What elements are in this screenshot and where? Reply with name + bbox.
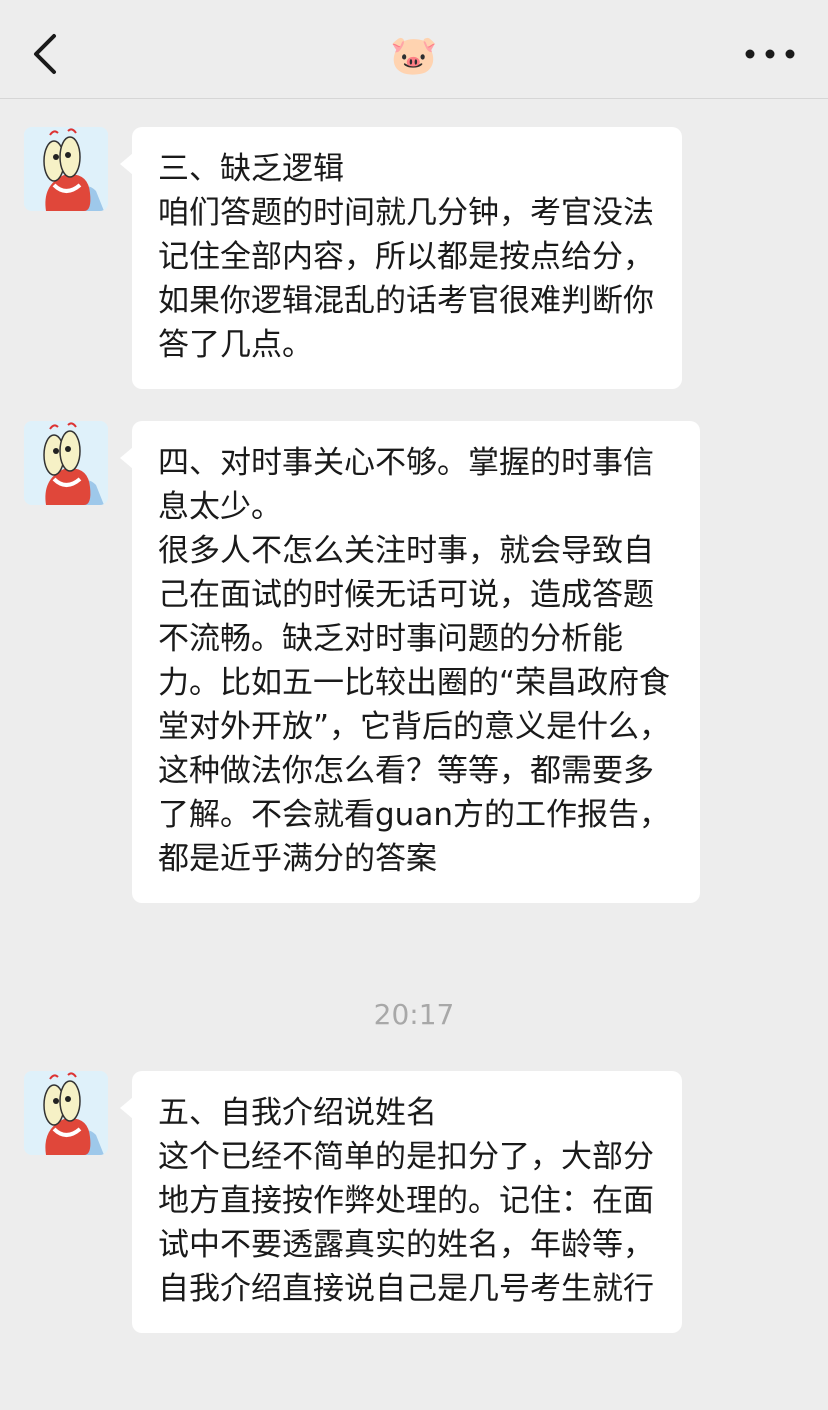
chat-screen: 🐷 三、缺乏逻辑 咱们答题的时间就几分钟，考官没法记住全部内容，所以都是按点给分… bbox=[0, 0, 828, 1410]
more-dots-icon bbox=[745, 49, 795, 59]
message-bubble[interactable]: 四、对时事关心不够。掌握的时事信息太少。 很多人不怎么关注时事，就会导致自己在面… bbox=[120, 421, 700, 903]
crab-avatar-icon bbox=[24, 1071, 108, 1155]
message-bubble[interactable]: 三、缺乏逻辑 咱们答题的时间就几分钟，考官没法记住全部内容，所以都是按点给分，如… bbox=[120, 127, 682, 389]
chat-header: 🐷 bbox=[0, 0, 828, 99]
avatar[interactable] bbox=[24, 1071, 108, 1155]
message-bubble[interactable]: 五、自我介绍说姓名 这个已经不简单的是扣分了，大部分地方直接按作弊处理的。记住：… bbox=[120, 1071, 682, 1333]
message-timestamp: 20:17 bbox=[373, 998, 455, 1031]
more-button[interactable] bbox=[742, 38, 798, 70]
avatar[interactable] bbox=[24, 127, 108, 211]
chat-title: 🐷 bbox=[390, 33, 438, 77]
avatar[interactable] bbox=[24, 421, 108, 505]
crab-avatar-icon bbox=[24, 127, 108, 211]
crab-avatar-icon bbox=[24, 421, 108, 505]
